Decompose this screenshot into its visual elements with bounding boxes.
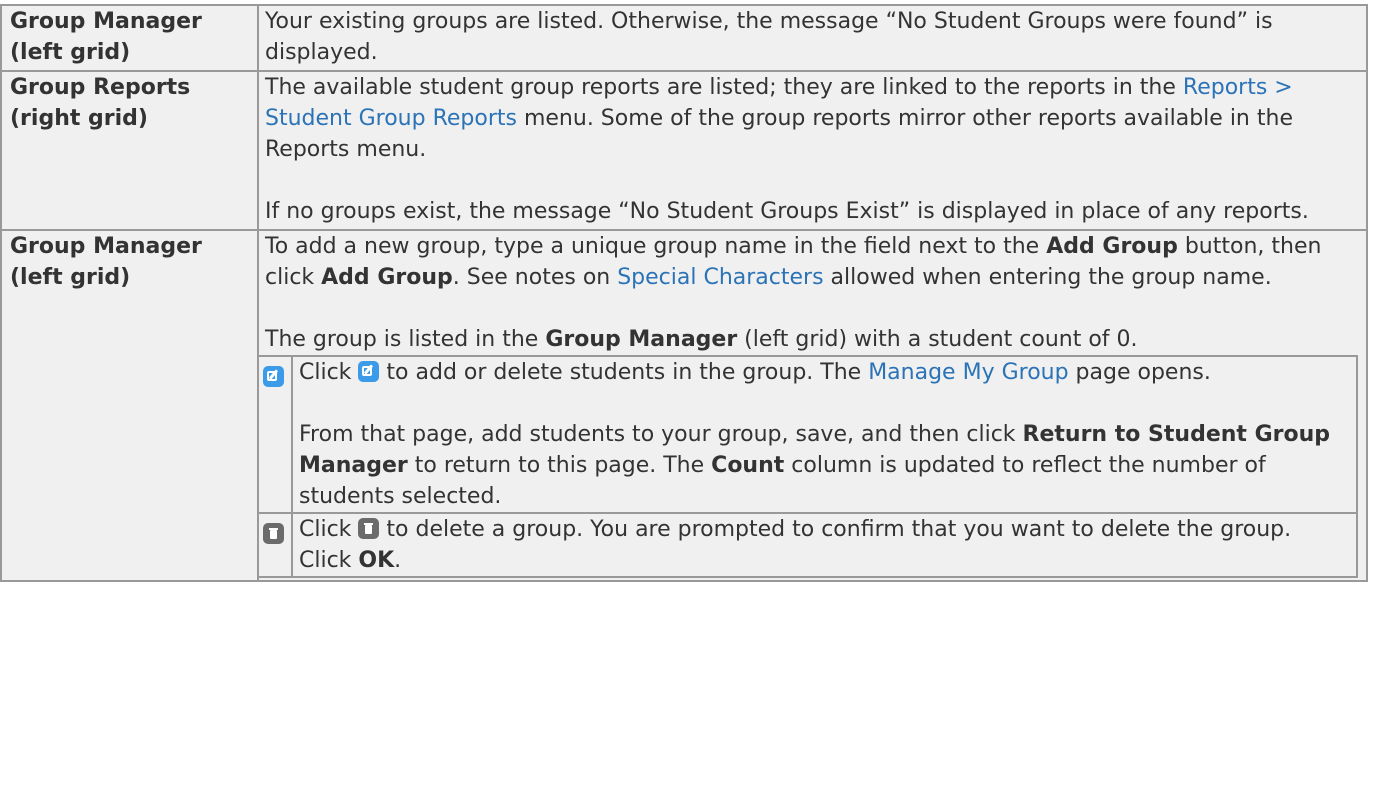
table-row: Group Manager (left grid) Your existing … xyxy=(0,4,1368,72)
manage-my-group-link[interactable]: Manage My Group xyxy=(868,360,1068,385)
paragraph: To add a new group, type a unique group … xyxy=(265,231,1360,293)
icon-cell xyxy=(257,512,293,578)
text: To add a new group, type a unique group … xyxy=(265,234,1047,259)
table-row: Group Reports (right grid) The available… xyxy=(0,70,1368,231)
text: Click xyxy=(299,360,359,385)
label-line: (left grid) xyxy=(10,40,131,65)
row-description: To add a new group, type a unique group … xyxy=(257,229,1368,582)
text: Click xyxy=(299,517,359,542)
text: . See notes on xyxy=(452,265,618,290)
icon-actions-table: Click to add or delete students in the g… xyxy=(257,355,1358,578)
label-line: Group Manager xyxy=(10,9,202,34)
icon-cell xyxy=(257,355,293,514)
text: The available student group reports are … xyxy=(265,75,1183,100)
text: page opens. xyxy=(1068,360,1211,385)
label-line: (right grid) xyxy=(10,106,148,131)
bold-text: Count xyxy=(711,453,785,478)
edit-icon xyxy=(263,366,284,387)
bold-text: Add Group xyxy=(321,265,453,290)
action-description: Click to delete a group. You are prompte… xyxy=(291,512,1358,578)
bold-text: Add Group xyxy=(1046,234,1178,259)
row-label: Group Manager (left grid) xyxy=(0,4,259,72)
label-line: Group Reports xyxy=(10,75,191,100)
table-row: Click to add or delete students in the g… xyxy=(257,355,1358,514)
paragraph: If no groups exist, the message “No Stud… xyxy=(265,199,1309,224)
edit-icon xyxy=(358,361,380,382)
row-label: Group Manager (left grid) xyxy=(0,229,259,582)
paragraph: The group is listed in the Group Manager… xyxy=(265,324,1360,355)
paragraph: The available student group reports are … xyxy=(265,72,1360,165)
row-label: Group Reports (right grid) xyxy=(0,70,259,231)
text: (left grid) with a student count of 0. xyxy=(737,327,1138,352)
text: to add or delete students in the group. … xyxy=(379,360,869,385)
table-row: Group Manager (left grid) To add a new g… xyxy=(0,229,1368,582)
text: From that page, add students to your gro… xyxy=(299,422,1023,447)
paragraph: From that page, add students to your gro… xyxy=(299,419,1350,512)
bold-text: OK xyxy=(358,548,395,573)
paragraph: Click to delete a group. You are prompte… xyxy=(299,514,1350,576)
special-characters-link[interactable]: Special Characters xyxy=(617,265,823,290)
text: to return to this page. The xyxy=(407,453,712,478)
trash-icon xyxy=(263,523,284,544)
trash-icon xyxy=(358,518,380,539)
paragraph: Your existing groups are listed. Otherwi… xyxy=(265,9,1273,65)
row-description: The available student group reports are … xyxy=(257,70,1368,231)
action-description: Click to add or delete students in the g… xyxy=(291,355,1358,514)
table-row: Click to delete a group. You are prompte… xyxy=(257,512,1358,578)
label-line: (left grid) xyxy=(10,265,131,290)
row-description: Your existing groups are listed. Otherwi… xyxy=(257,4,1368,72)
label-line: Group Manager xyxy=(10,234,202,259)
text: to delete a group. You are prompted to c… xyxy=(299,517,1292,573)
text: . xyxy=(394,548,402,573)
help-table: Group Manager (left grid) Your existing … xyxy=(0,4,1368,582)
text: The group is listed in the xyxy=(265,327,546,352)
bold-text: Group Manager xyxy=(545,327,738,352)
text: allowed when entering the group name. xyxy=(823,265,1272,290)
paragraph: Click to add or delete students in the g… xyxy=(299,357,1350,388)
